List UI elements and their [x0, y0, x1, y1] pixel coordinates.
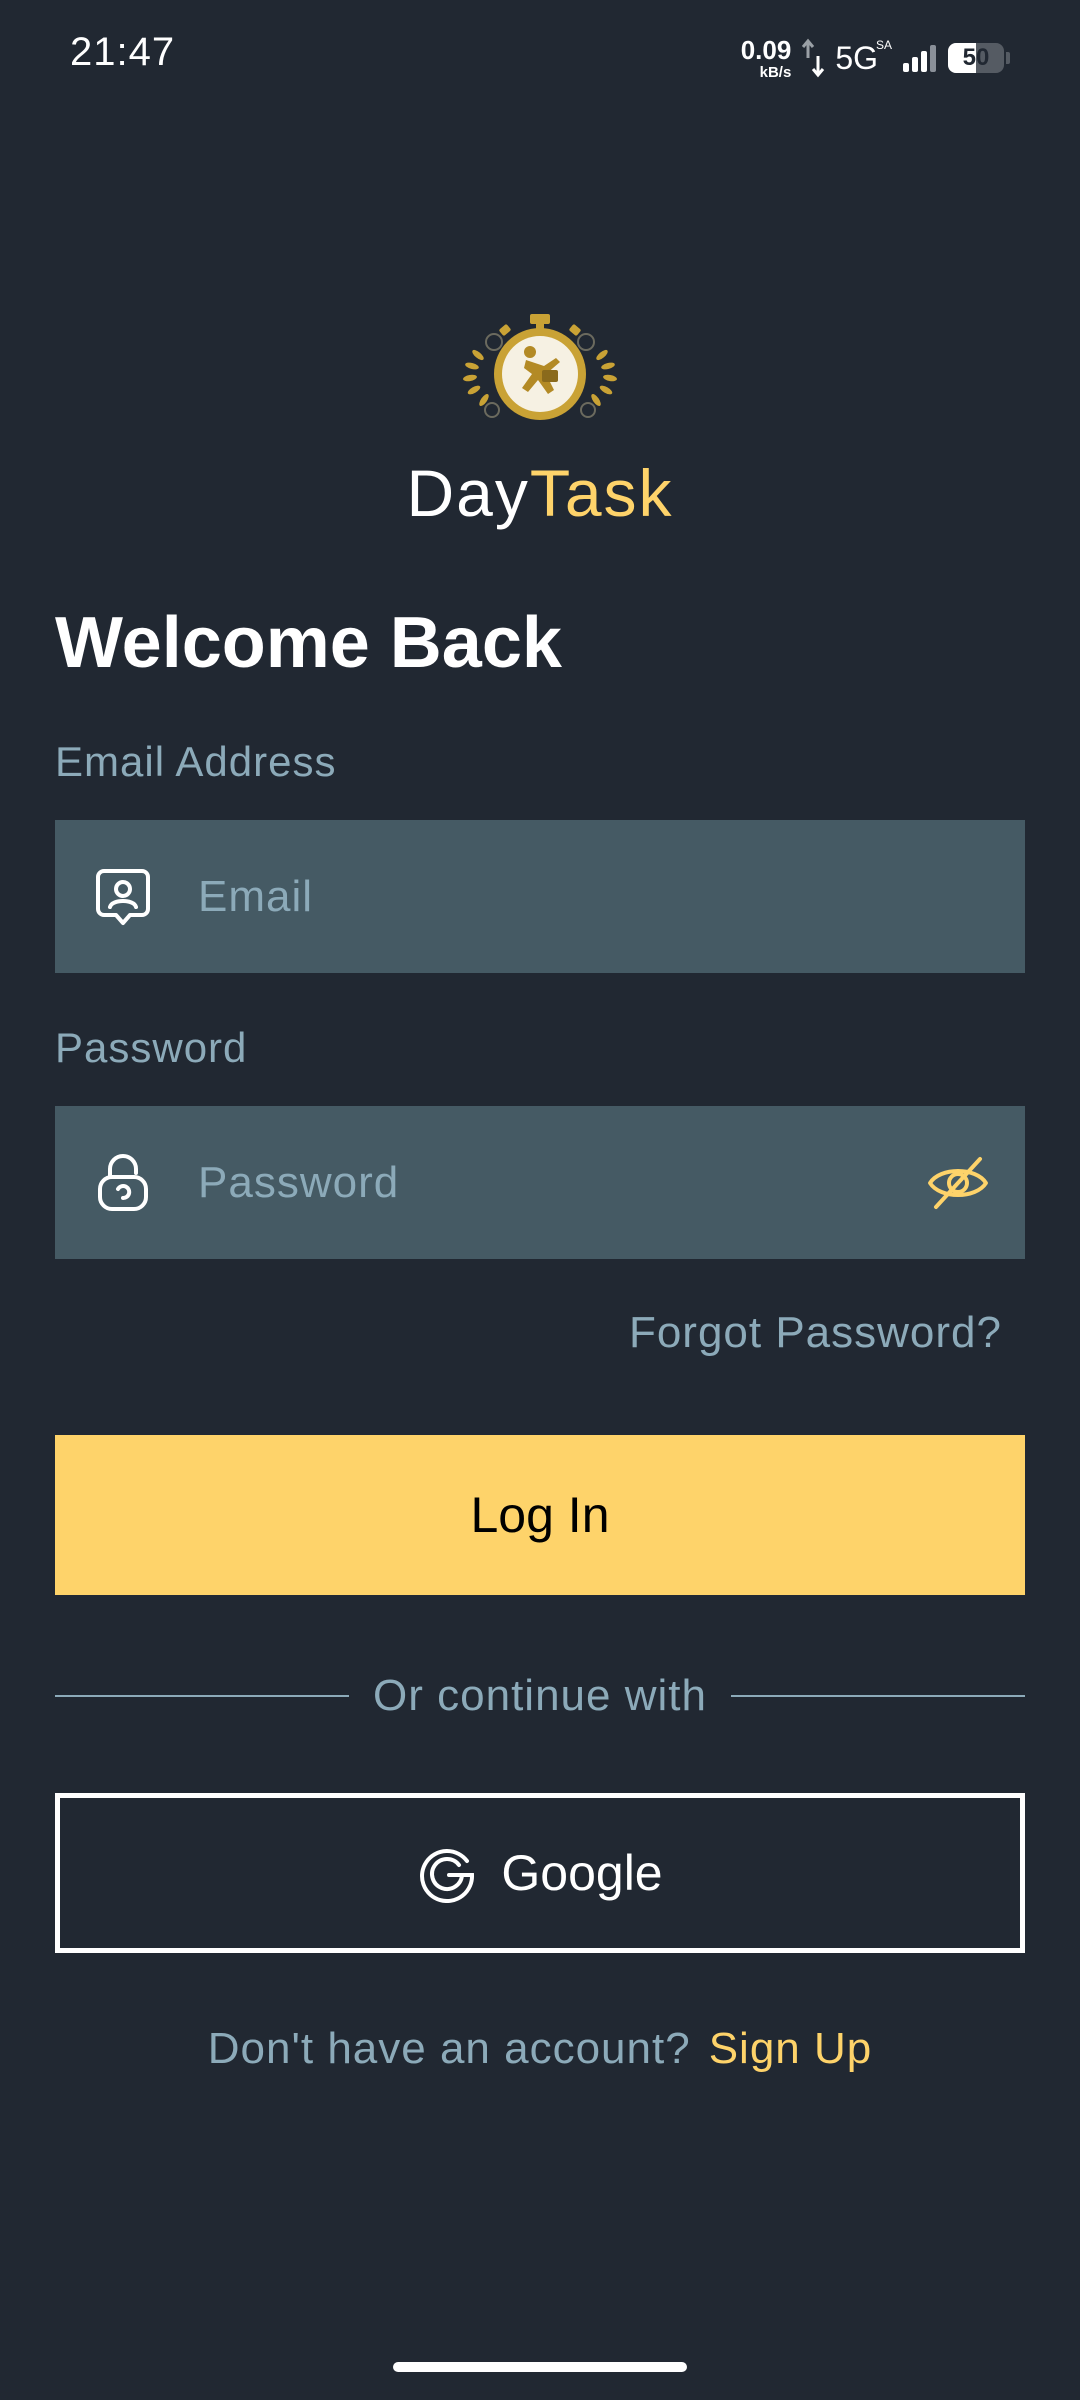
- page-title: Welcome Back: [55, 603, 562, 683]
- signal-icon: [903, 45, 936, 72]
- divider-text: Or continue with: [373, 1671, 707, 1720]
- battery-icon: 50: [948, 43, 1004, 73]
- brand-name-part1: Day: [406, 456, 530, 530]
- network-speed-value: 0.09: [740, 34, 792, 65]
- signup-prompt: Don't have an account?: [207, 2024, 691, 2073]
- status-icons: 0.09 kB/s 5G SA 50: [741, 34, 1010, 82]
- google-button-label: Google: [501, 1845, 663, 1901]
- brand-name: DayTask: [0, 455, 1080, 531]
- email-label: Email Address: [55, 738, 337, 785]
- eye-off-icon[interactable]: [924, 1149, 992, 1217]
- google-button[interactable]: Google: [55, 1793, 1025, 1953]
- user-card-icon: [96, 869, 150, 925]
- signup-link[interactable]: Sign Up: [709, 2024, 873, 2073]
- password-input[interactable]: [198, 1106, 898, 1259]
- home-indicator[interactable]: [393, 2362, 687, 2372]
- google-icon: [420, 1849, 475, 1903]
- signup-row: Don't have an account? Sign Up: [0, 2024, 1080, 2074]
- battery-percent: 50: [962, 44, 990, 71]
- divider: Or continue with: [55, 1666, 1025, 1726]
- forgot-password-link[interactable]: Forgot Password?: [629, 1308, 1002, 1358]
- battery-tip: [1006, 52, 1010, 64]
- email-field-container[interactable]: [55, 820, 1025, 973]
- lock-icon: [98, 1154, 148, 1211]
- stopwatch-logo-icon: [463, 314, 617, 420]
- data-transfer-icon: [802, 38, 825, 78]
- divider-line-right: [730, 1695, 1025, 1697]
- network-speed-unit: kB/s: [759, 63, 792, 81]
- status-time: 21:47: [70, 30, 176, 74]
- divider-line-left: [55, 1695, 350, 1697]
- status-bar: 21:47 0.09 kB/s 5G SA 50: [0, 0, 1080, 110]
- password-label: Password: [55, 1024, 248, 1071]
- network-speed: 0.09 kB/s: [741, 37, 792, 80]
- brand-name-part2: Task: [529, 456, 674, 530]
- email-input[interactable]: [198, 820, 898, 973]
- login-button[interactable]: Log In: [55, 1435, 1025, 1595]
- network-type: 5G SA: [835, 37, 892, 76]
- password-field-container[interactable]: [55, 1106, 1025, 1259]
- app-logo: [0, 310, 1080, 430]
